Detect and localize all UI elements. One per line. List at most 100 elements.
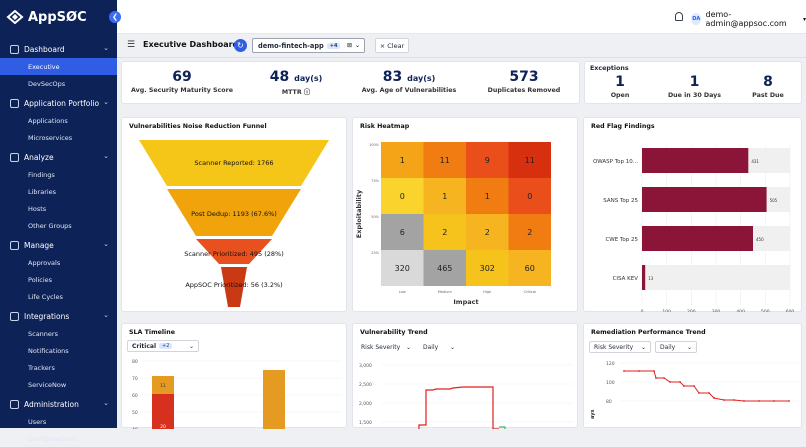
- sidebar-item-devsecops[interactable]: DevSecOps: [0, 75, 117, 92]
- app-select[interactable]: demo-fintech-app +4 ⊠ ⌄: [252, 38, 365, 53]
- sla-ytick: 50: [132, 410, 138, 416]
- vtrend-ytick: 3,000: [359, 363, 372, 369]
- nav-section-dashboard[interactable]: Dashboard ⌄: [0, 40, 117, 58]
- user-menu[interactable]: DA demo-admin@appsoc.com ▾: [691, 10, 806, 28]
- card-title: Exceptions: [590, 65, 629, 72]
- remed-point: [623, 370, 625, 372]
- kpi-label: Duplicates Removed: [487, 87, 561, 94]
- chevron-down-icon: ⌄: [103, 44, 109, 52]
- kpi-value: 48: [269, 69, 290, 85]
- sidebar-item-users[interactable]: Users: [0, 413, 117, 430]
- funnel-label: AppSOC Prioritized: 56 (3.2%): [185, 281, 282, 289]
- exceptions-card: Exceptions 1 Open 1 Due in 30 Days 8 Past D…: [584, 61, 802, 104]
- redflag-value: 505: [770, 198, 778, 203]
- sla-bar-label: 11: [160, 383, 166, 389]
- redflag-bar: [642, 187, 767, 212]
- exception-label: Past Due: [752, 92, 784, 99]
- sla-chart: 80 70 60 50 40 11 20: [132, 359, 342, 429]
- dashboard-icon: [10, 44, 19, 54]
- remed-point: [713, 397, 715, 399]
- nav-section-administration[interactable]: Administration ⌄: [0, 395, 117, 413]
- remed-point: [655, 377, 657, 379]
- heatmap-xtick: High: [483, 290, 491, 294]
- heatmap-ytick: 50%: [371, 215, 379, 219]
- sidebar-item-life-cycles[interactable]: Life Cycles: [0, 288, 117, 305]
- sla-bar: [263, 370, 285, 429]
- vuln-trend-chart: 3,000 2,500 2,000 1,500: [359, 363, 573, 429]
- interval-dropdown[interactable]: Daily ⌄: [419, 341, 459, 353]
- sidebar-item-configurations[interactable]: Configurations: [0, 430, 117, 447]
- nav-section-label: Application Portfolio: [24, 98, 100, 108]
- card-title: Vulnerability Trend: [360, 329, 428, 336]
- sla-ytick: 60: [132, 393, 138, 399]
- sla-filter-badge: +2: [159, 343, 173, 349]
- chevron-down-icon: ⌄: [640, 343, 646, 351]
- kpi-label: MTTR ⓘ: [281, 89, 311, 96]
- trend-line-low: [499, 426, 506, 429]
- user-email: demo-admin@appsoc.com: [705, 10, 787, 28]
- exception-value: 1: [689, 74, 700, 90]
- analyze-icon: [10, 152, 19, 162]
- clear-button[interactable]: × Clear: [375, 38, 409, 53]
- card-title: Remediation Performance Trend: [591, 329, 706, 336]
- exception-open[interactable]: 1 Open: [585, 74, 655, 99]
- heatmap-value: 2: [442, 228, 447, 237]
- exception-label: Open: [610, 92, 630, 99]
- risk-severity-dropdown[interactable]: Risk Severity ⌄: [357, 341, 415, 353]
- bell-icon[interactable]: [675, 12, 683, 21]
- chevron-down-icon: ⌄: [686, 343, 692, 351]
- collapse-sidebar-button[interactable]: ❮: [109, 11, 121, 23]
- menu-icon[interactable]: ☰: [127, 40, 135, 50]
- heatmap-value: 11: [440, 156, 450, 165]
- clear-selection-icon[interactable]: ⊠: [347, 42, 352, 49]
- redflag-xtick: 100: [662, 309, 671, 312]
- portfolio-icon: [10, 98, 19, 108]
- sidebar-item-trackers[interactable]: Trackers: [0, 359, 117, 376]
- card-title: Red Flag Findings: [591, 123, 655, 130]
- sidebar-item-hosts[interactable]: Hosts: [0, 200, 117, 217]
- sidebar-item-policies[interactable]: Policies: [0, 271, 117, 288]
- interval-dropdown[interactable]: Daily ⌄: [655, 341, 697, 353]
- nav-section-integrations[interactable]: Integrations ⌄: [0, 307, 117, 325]
- remed-point: [743, 400, 745, 402]
- funnel-card: Vulnerabilities Noise Reduction Funnel S…: [121, 117, 347, 312]
- redflag-value: 431: [751, 159, 759, 164]
- card-title: Vulnerabilities Noise Reduction Funnel: [129, 123, 267, 130]
- nav-section-manage[interactable]: Manage ⌄: [0, 236, 117, 254]
- kpi-duplicates: 573 Duplicates Removed: [468, 69, 580, 94]
- sla-filter[interactable]: Critical +2 ⌄: [127, 340, 199, 352]
- sidebar-item-libraries[interactable]: Libraries: [0, 183, 117, 200]
- exception-past-due[interactable]: 8 Past Due: [733, 74, 803, 99]
- nav-section-analyze[interactable]: Analyze ⌄: [0, 148, 117, 166]
- app-logo[interactable]: AppSØC: [6, 6, 87, 28]
- heatmap-value: 320: [395, 264, 410, 273]
- redflag-bar: [642, 148, 749, 173]
- remed-ytick: 120: [606, 361, 615, 367]
- sidebar-item-findings[interactable]: Findings: [0, 166, 117, 183]
- remed-point: [663, 377, 665, 379]
- page-title: Executive Dashboard: [143, 40, 239, 49]
- logo-icon: [6, 10, 24, 24]
- kpi-label: Avg. Security Maturity Score: [131, 87, 233, 94]
- sidebar-item-scanners[interactable]: Scanners: [0, 325, 117, 342]
- sidebar-item-notifications[interactable]: Notifications: [0, 342, 117, 359]
- kpi-card: 69 Avg. Security Maturity Score 48 day(s)…: [121, 61, 580, 104]
- refresh-icon[interactable]: ↻: [234, 39, 247, 52]
- redflag-bar: [642, 265, 646, 290]
- chevron-down-icon: ⌄: [103, 240, 109, 248]
- remed-ylabel: ays: [590, 410, 596, 419]
- chevron-down-icon: ⌄: [103, 311, 109, 319]
- risk-severity-dropdown[interactable]: Risk Severity ⌄: [589, 341, 651, 353]
- sidebar-item-servicenow[interactable]: ServiceNow: [0, 376, 117, 393]
- sidebar-item-applications[interactable]: Applications: [0, 112, 117, 129]
- sidebar-item-executive[interactable]: Executive: [0, 58, 117, 75]
- heatmap-card: Risk Heatmap 1 11 9 11 0 1 1 0 6 2 2 2 320 465 302 60 10…: [352, 117, 578, 312]
- nav-section-application-portfolio[interactable]: Application Portfolio ⌄: [0, 94, 117, 112]
- sidebar-item-microservices[interactable]: Microservices: [0, 129, 117, 146]
- redflag-category: CISA KEV: [613, 276, 639, 282]
- app-name: AppSØC: [28, 9, 87, 25]
- exception-due[interactable]: 1 Due in 30 Days: [657, 74, 732, 99]
- sidebar-item-approvals[interactable]: Approvals: [0, 254, 117, 271]
- sla-card: SLA Timeline Critical +2 ⌄ 80 70 60 50 40 11 2…: [121, 323, 347, 429]
- sidebar-item-other-groups[interactable]: Other Groups: [0, 217, 117, 234]
